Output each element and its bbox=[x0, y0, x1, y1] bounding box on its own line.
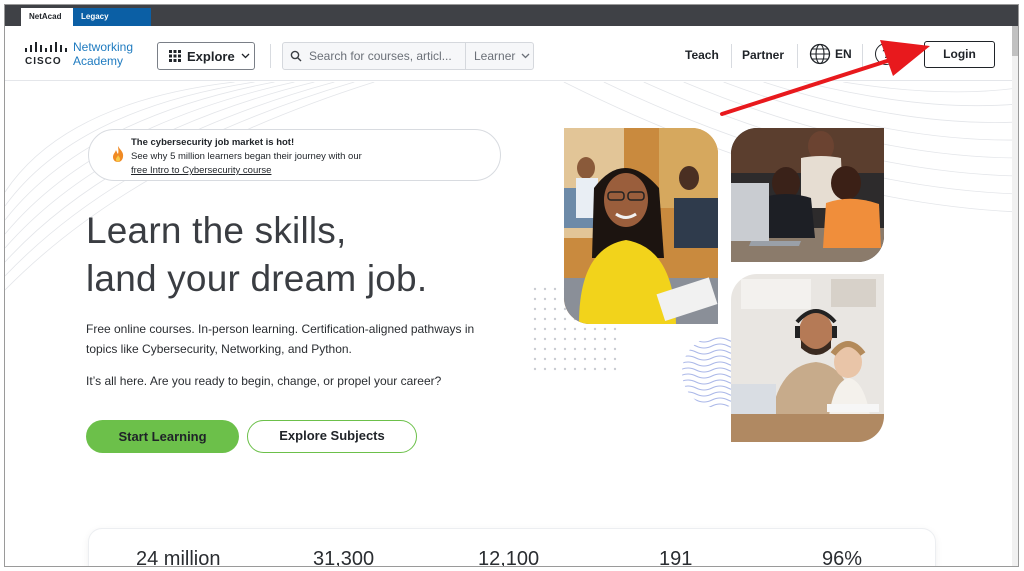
logo-brand-text: CISCO bbox=[25, 56, 62, 67]
logo-line-2: Academy bbox=[73, 54, 124, 68]
chevron-down-icon bbox=[241, 53, 250, 59]
login-button[interactable]: Login bbox=[924, 41, 995, 68]
help-icon[interactable]: ? bbox=[875, 43, 897, 65]
browser-frame: NetAcad Legacy NetAcad CISCO Networking … bbox=[4, 4, 1019, 567]
explore-menu-button[interactable]: Explore bbox=[157, 42, 255, 70]
language-label: EN bbox=[835, 47, 852, 61]
promo-course-link[interactable]: free Intro to Cybersecurity course bbox=[131, 165, 271, 176]
explore-subjects-button[interactable]: Explore Subjects bbox=[247, 420, 417, 453]
stat-countries: 191 bbox=[659, 548, 693, 567]
promo-title: The cybersecurity job market is hot! bbox=[131, 137, 295, 148]
flame-icon bbox=[113, 146, 124, 162]
header-divider bbox=[797, 44, 798, 68]
promo-text: See why 5 million learners began their j… bbox=[131, 151, 362, 162]
hero-photo-woman-yellow bbox=[564, 128, 718, 324]
role-select[interactable]: Learner bbox=[465, 43, 533, 69]
stats-bar: 24 million 31,300 12,100 191 96% bbox=[88, 528, 936, 567]
hero-photo-group-laptop bbox=[731, 128, 884, 262]
cisco-networking-academy-logo[interactable]: CISCO Networking Academy bbox=[25, 40, 137, 68]
scrollbar-thumb[interactable] bbox=[1012, 26, 1018, 56]
scrollbar-track[interactable] bbox=[1012, 26, 1018, 566]
language-selector[interactable]: EN bbox=[809, 43, 852, 65]
search-input[interactable] bbox=[309, 43, 465, 69]
tab-legacy-netacad[interactable]: Legacy NetAcad bbox=[73, 8, 151, 39]
header-divider bbox=[862, 44, 863, 68]
search-bar: Learner bbox=[282, 42, 534, 70]
hero-description-line-1: Free online courses. In-person learning.… bbox=[86, 322, 475, 336]
hero-photo-parent-child bbox=[731, 274, 884, 442]
logo-product-name: Networking Academy bbox=[73, 40, 133, 68]
site-tab-strip: NetAcad Legacy NetAcad bbox=[5, 5, 1018, 39]
stat-instructors: 31,300 bbox=[313, 548, 375, 567]
nav-partner-link[interactable]: Partner bbox=[742, 48, 784, 62]
nav-teach-link[interactable]: Teach bbox=[685, 48, 719, 62]
site-header: CISCO Networking Academy Explore Search … bbox=[5, 26, 1018, 81]
hero-question: It’s all here. Are you ready to begin, c… bbox=[86, 374, 442, 388]
hero-description: Free online courses. In-person learning.… bbox=[86, 319, 506, 359]
header-divider bbox=[731, 44, 732, 68]
stat-academies: 12,100 bbox=[478, 548, 540, 567]
stat-learners: 24 million bbox=[136, 548, 221, 567]
hero-section: The cybersecurity job market is hot! See… bbox=[5, 82, 1018, 567]
globe-icon bbox=[809, 43, 831, 65]
headline-line-2: land your dream job. bbox=[86, 258, 428, 299]
hero-description-line-2: topics like Cybersecurity, Networking, a… bbox=[86, 342, 352, 356]
grid-icon bbox=[169, 50, 181, 62]
headline-line-1: Learn the skills, bbox=[86, 210, 347, 251]
chevron-down-icon bbox=[521, 53, 530, 59]
header-divider bbox=[270, 44, 271, 68]
cisco-bars-icon bbox=[25, 42, 67, 52]
logo-line-1: Networking bbox=[73, 40, 134, 54]
role-select-value: Learner bbox=[474, 49, 516, 63]
hero-headline: Learn the skills, land your dream job. bbox=[86, 207, 427, 303]
search-icon[interactable] bbox=[283, 50, 309, 62]
stat-percentage: 96% bbox=[822, 548, 863, 567]
tab-netacad[interactable]: NetAcad bbox=[21, 8, 73, 26]
cybersecurity-promo-banner[interactable]: The cybersecurity job market is hot! See… bbox=[88, 129, 501, 181]
explore-label: Explore bbox=[187, 48, 235, 64]
start-learning-button[interactable]: Start Learning bbox=[86, 420, 239, 453]
